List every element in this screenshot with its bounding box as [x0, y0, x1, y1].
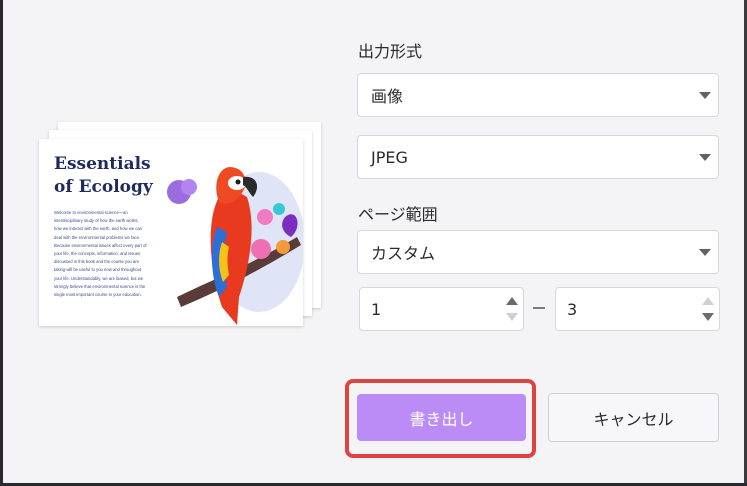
- page-range-select[interactable]: カスタム: [357, 230, 719, 274]
- range-separator-dash: [533, 307, 545, 309]
- page-from-stepper[interactable]: 1: [359, 287, 524, 331]
- preview-body-line: single most important course in your edu…: [54, 292, 142, 298]
- export-button[interactable]: 書き出し: [357, 394, 526, 441]
- preview-body-line: taking will be useful to you now and thr…: [54, 267, 142, 273]
- cancel-button[interactable]: キャンセル: [548, 393, 719, 442]
- preview-doc-body: Welcome to environmental science—an inte…: [54, 209, 169, 299]
- increment-arrow-icon[interactable]: [506, 297, 518, 305]
- preview-body-line: your life. Understandably, we are biased…: [54, 275, 144, 281]
- preview-sheet-front: Essentials of Ecology Welcome to environ…: [39, 139, 303, 326]
- parrot-illustration: [167, 167, 303, 325]
- preview-body-line: discussed in this book and the course yo…: [54, 259, 139, 265]
- format-type-select[interactable]: 画像: [357, 73, 719, 117]
- preview-body-line: Because environmental issues affect ever…: [54, 242, 147, 248]
- preview-body-line: interdisciplinary study of how the earth…: [54, 218, 139, 224]
- page-from-value: 1: [371, 299, 382, 319]
- page-preview-stack: Essentials of Ecology Welcome to environ…: [38, 120, 328, 332]
- preview-doc-title: Essentials of Ecology: [54, 153, 164, 199]
- page-range-value: カスタム: [371, 244, 436, 263]
- preview-title-line-1: Essentials: [54, 154, 151, 174]
- page-to-stepper[interactable]: 3: [555, 287, 720, 331]
- decrement-arrow-icon[interactable]: [506, 313, 518, 321]
- page-to-value: 3: [567, 299, 578, 319]
- chevron-down-icon: [699, 249, 711, 256]
- window-frame-left: [0, 0, 3, 486]
- output-format-label: 出力形式: [358, 42, 423, 61]
- format-type-value: 画像: [371, 87, 404, 106]
- increment-arrow-icon[interactable]: [702, 297, 714, 305]
- preview-title-line-2: of Ecology: [54, 177, 153, 197]
- preview-body-line: Welcome to environmental science—an: [54, 210, 128, 215]
- image-format-value: JPEG: [371, 147, 408, 167]
- preview-body-line: deal with the environmental problems we …: [54, 234, 141, 240]
- preview-body-line: strongly believe that environmental scie…: [54, 283, 146, 289]
- decrement-arrow-icon[interactable]: [702, 313, 714, 321]
- preview-body-line: your life, the concepts, information, an…: [54, 251, 141, 257]
- preview-body-line: how we interact with the earth, and how …: [54, 226, 142, 232]
- chevron-down-icon: [699, 92, 711, 99]
- page-range-label: ページ範囲: [358, 205, 438, 224]
- image-format-select[interactable]: JPEG: [357, 135, 719, 179]
- chevron-down-icon: [699, 154, 711, 161]
